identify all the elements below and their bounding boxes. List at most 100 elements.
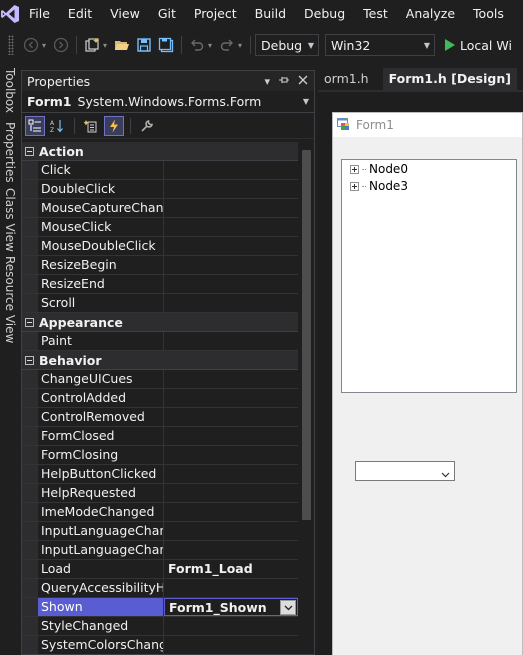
property-row[interactable]: Paint bbox=[22, 332, 298, 351]
categorized-icon[interactable] bbox=[25, 115, 45, 136]
property-name[interactable]: Click bbox=[38, 161, 164, 179]
property-name[interactable]: Scroll bbox=[38, 294, 164, 312]
property-row[interactable]: ControlRemoved bbox=[22, 408, 298, 427]
property-value[interactable] bbox=[164, 161, 298, 179]
property-value[interactable] bbox=[164, 522, 298, 540]
property-name[interactable]: ChangeUICues bbox=[38, 370, 164, 388]
property-value[interactable] bbox=[164, 294, 298, 312]
undo-dropdown-icon[interactable]: ▾ bbox=[208, 41, 216, 50]
property-row[interactable]: ControlAdded bbox=[22, 389, 298, 408]
menu-item[interactable]: Git bbox=[149, 0, 185, 28]
side-tab-properties[interactable]: Properties bbox=[0, 122, 20, 183]
save-all-icon[interactable] bbox=[155, 34, 177, 56]
document-tab[interactable]: Form1.h [Design] bbox=[382, 68, 517, 90]
side-tab-resource-view[interactable]: Resource View bbox=[0, 256, 20, 343]
menu-item[interactable]: Build bbox=[246, 0, 295, 28]
property-row[interactable]: HelpButtonClicked bbox=[22, 465, 298, 484]
start-debugging-button[interactable]: Local Wi bbox=[445, 38, 512, 53]
solution-platform-select[interactable]: Win32 ▼ bbox=[325, 34, 435, 56]
tree-node[interactable]: Node0 bbox=[342, 161, 516, 177]
object-selector[interactable]: Form1 System.Windows.Forms.Form ▼ bbox=[22, 91, 314, 113]
save-icon[interactable] bbox=[133, 34, 155, 56]
pin-icon[interactable] bbox=[278, 75, 290, 88]
property-name[interactable]: InputLanguageChanging bbox=[38, 541, 164, 559]
open-folder-icon[interactable] bbox=[111, 34, 133, 56]
property-name[interactable]: MouseCaptureChanged bbox=[38, 199, 164, 217]
close-icon[interactable] bbox=[298, 75, 308, 88]
category-row[interactable]: Appearance bbox=[22, 313, 298, 332]
property-row[interactable]: HelpRequested bbox=[22, 484, 298, 503]
side-tab-class-view[interactable]: Class View bbox=[0, 188, 20, 252]
property-value[interactable] bbox=[164, 237, 298, 255]
property-row[interactable]: FormClosed bbox=[22, 427, 298, 446]
property-value[interactable] bbox=[164, 427, 298, 445]
property-value[interactable] bbox=[164, 370, 298, 388]
navigate-back-icon[interactable] bbox=[20, 34, 42, 56]
property-name[interactable]: HelpRequested bbox=[38, 484, 164, 502]
property-name[interactable]: Paint bbox=[38, 332, 164, 350]
property-row[interactable]: ChangeUICues bbox=[22, 370, 298, 389]
menu-item[interactable]: Tools bbox=[464, 0, 513, 28]
property-value[interactable] bbox=[164, 256, 298, 274]
property-row[interactable]: MouseDoubleClick bbox=[22, 237, 298, 256]
redo-icon[interactable] bbox=[216, 34, 238, 56]
collapse-icon[interactable] bbox=[22, 317, 36, 327]
menu-item[interactable]: Test bbox=[354, 0, 397, 28]
property-name[interactable]: ControlAdded bbox=[38, 389, 164, 407]
property-value[interactable] bbox=[164, 579, 298, 597]
property-name[interactable]: ResizeEnd bbox=[38, 275, 164, 293]
property-name[interactable]: FormClosed bbox=[38, 427, 164, 445]
property-value[interactable] bbox=[164, 541, 298, 559]
property-row[interactable]: ImeModeChanged bbox=[22, 503, 298, 522]
back-dropdown-icon[interactable]: ▾ bbox=[42, 41, 50, 50]
property-name[interactable]: Shown bbox=[38, 598, 164, 616]
property-row[interactable]: QueryAccessibilityHelp bbox=[22, 579, 298, 598]
property-value[interactable] bbox=[164, 275, 298, 293]
property-value[interactable] bbox=[164, 446, 298, 464]
expand-icon[interactable] bbox=[350, 164, 359, 174]
property-name[interactable]: MouseClick bbox=[38, 218, 164, 236]
property-row[interactable]: MouseCaptureChanged bbox=[22, 199, 298, 218]
window-position-dropdown-icon[interactable]: ▾ bbox=[264, 75, 270, 88]
property-name[interactable]: Load bbox=[38, 560, 164, 578]
property-row[interactable]: ResizeBegin bbox=[22, 256, 298, 275]
property-value[interactable] bbox=[164, 617, 298, 635]
new-dropdown-icon[interactable]: ▾ bbox=[103, 41, 111, 50]
property-name[interactable]: MouseDoubleClick bbox=[38, 237, 164, 255]
side-tab-toolbox[interactable]: Toolbox bbox=[0, 68, 20, 113]
menu-item[interactable]: Exte bbox=[513, 0, 523, 28]
property-value[interactable] bbox=[164, 408, 298, 426]
form-surface[interactable]: Form1 Node0 Node3 bbox=[332, 112, 523, 655]
menu-item[interactable]: File bbox=[20, 0, 59, 28]
property-value[interactable] bbox=[164, 389, 298, 407]
property-name[interactable]: FormClosing bbox=[38, 446, 164, 464]
property-value[interactable] bbox=[164, 218, 298, 236]
property-name[interactable]: QueryAccessibilityHelp bbox=[38, 579, 164, 597]
redo-dropdown-icon[interactable]: ▾ bbox=[238, 41, 246, 50]
property-row[interactable]: Shown Form1_Shown bbox=[22, 598, 298, 617]
property-row[interactable]: Scroll bbox=[22, 294, 298, 313]
property-row[interactable]: SystemColorsChanged bbox=[22, 636, 298, 654]
property-value[interactable]: Form1_Shown bbox=[164, 598, 298, 616]
combobox-control[interactable] bbox=[355, 461, 455, 481]
property-value[interactable] bbox=[164, 484, 298, 502]
property-name[interactable]: SystemColorsChanged bbox=[38, 636, 164, 654]
menu-item[interactable]: Edit bbox=[59, 0, 101, 28]
property-row[interactable]: StyleChanged bbox=[22, 617, 298, 636]
property-row[interactable]: InputLanguageChanging bbox=[22, 541, 298, 560]
scrollbar-thumb[interactable] bbox=[302, 150, 311, 520]
property-row[interactable]: InputLanguageChanged bbox=[22, 522, 298, 541]
navigate-forward-icon[interactable] bbox=[50, 34, 72, 56]
property-name[interactable]: ControlRemoved bbox=[38, 408, 164, 426]
property-value[interactable] bbox=[164, 636, 298, 654]
properties-title-bar[interactable]: Properties ▾ bbox=[22, 71, 314, 91]
property-value[interactable] bbox=[164, 503, 298, 521]
menu-item[interactable]: View bbox=[101, 0, 149, 28]
solution-configuration-select[interactable]: Debug ▼ bbox=[255, 34, 319, 56]
property-value[interactable]: Form1_Load bbox=[164, 560, 298, 578]
tree-node[interactable]: Node3 bbox=[342, 178, 516, 194]
property-row[interactable]: Click bbox=[22, 161, 298, 180]
property-row[interactable]: ResizeEnd bbox=[22, 275, 298, 294]
property-row[interactable]: Load Form1_Load bbox=[22, 560, 298, 579]
property-name[interactable]: StyleChanged bbox=[38, 617, 164, 635]
